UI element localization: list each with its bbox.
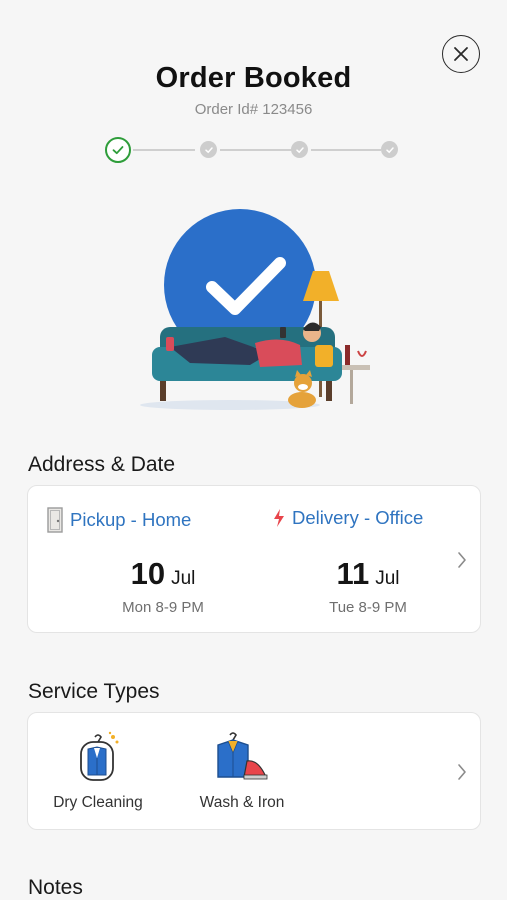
step-4 [381, 141, 398, 158]
progress-stepper [105, 136, 405, 164]
check-icon [204, 146, 213, 153]
order-success-illustration [140, 209, 370, 410]
close-icon [454, 47, 468, 61]
delivery-slot: Tue 8-9 PM [329, 599, 407, 616]
delivery-label-text: Delivery - Office [292, 507, 424, 528]
service-wash-iron-label: Wash & Iron [199, 794, 285, 811]
notes-heading: Notes [28, 876, 83, 899]
address-date-heading: Address & Date [28, 453, 176, 476]
check-icon [112, 146, 124, 155]
step-3 [291, 141, 308, 158]
step-2 [200, 141, 217, 158]
pickup-date: 10 Jul [63, 556, 263, 592]
pickup-label[interactable]: Pickup - Home [46, 507, 191, 533]
step-connector [133, 149, 195, 151]
service-wash-iron[interactable]: Wash & Iron [194, 731, 290, 812]
service-types-heading: Service Types [28, 680, 160, 703]
service-dry-cleaning[interactable]: Dry Cleaning [50, 731, 146, 812]
pickup-day: 10 [130, 556, 166, 591]
address-date-card[interactable]: Pickup - Home Delivery - Office 10 Jul Mo… [27, 485, 481, 633]
chevron-right-icon[interactable] [456, 551, 468, 569]
order-id: Order Id# 123456 [194, 101, 313, 118]
page-title: Order Booked [155, 62, 352, 94]
service-dry-cleaning-label: Dry Cleaning [53, 794, 143, 811]
delivery-month: Jul [375, 568, 400, 589]
lightning-icon [274, 509, 284, 527]
suit-bag-icon [80, 731, 119, 781]
delivery-day: 11 [336, 556, 370, 591]
check-icon [385, 146, 394, 153]
delivery-date: 11 Jul [268, 556, 468, 592]
pickup-month: Jul [171, 568, 196, 589]
chevron-right-icon[interactable] [456, 763, 468, 781]
check-icon [295, 146, 304, 153]
shirt-iron-icon [217, 732, 268, 780]
door-icon [47, 507, 63, 533]
pickup-label-text: Pickup - Home [70, 509, 192, 530]
step-1-complete [105, 137, 131, 163]
service-types-card[interactable]: Dry Cleaning Wash & Iron [27, 712, 481, 830]
step-connector [220, 149, 292, 151]
step-connector [311, 149, 381, 151]
delivery-label[interactable]: Delivery - Office [272, 507, 423, 529]
pickup-slot: Mon 8-9 PM [122, 599, 204, 616]
